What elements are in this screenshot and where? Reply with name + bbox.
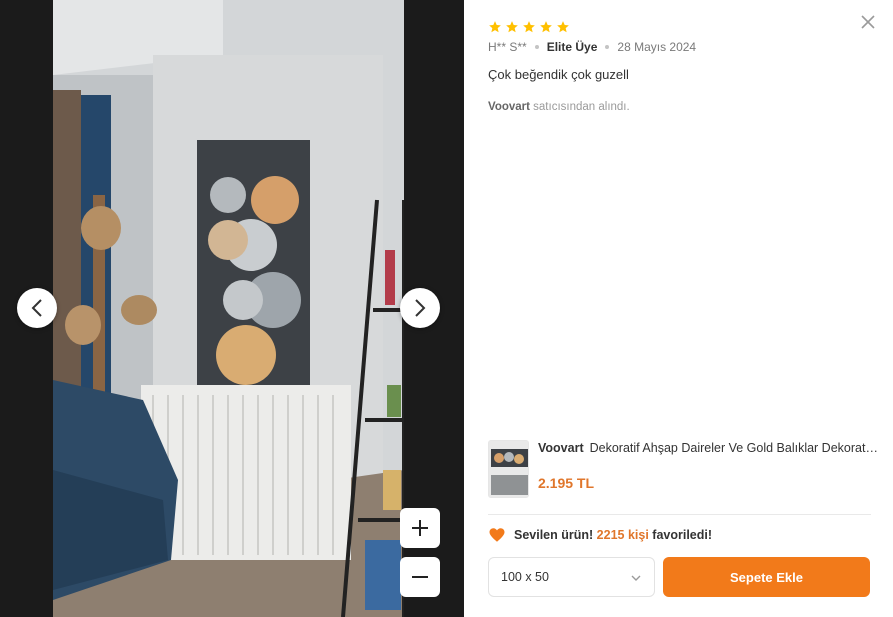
seller-info: Voovart satıcısından alındı. — [488, 101, 630, 113]
review-panel: H** S** Elite Üye 28 Mayıs 2024 Çok beğe… — [464, 0, 893, 617]
divider — [488, 514, 871, 515]
close-icon[interactable] — [859, 13, 877, 31]
separator-dot — [605, 45, 610, 49]
rating-stars — [488, 20, 570, 34]
product-card[interactable]: Voovart Dekoratif Ahşap Daireler Ve Gold … — [488, 440, 878, 500]
favorites-prefix: Sevilen ürün! — [514, 528, 594, 542]
star-icon — [540, 21, 552, 33]
size-select-value: 100 x 50 — [501, 570, 549, 584]
next-image-button[interactable] — [400, 288, 440, 328]
chevron-left-icon — [31, 299, 42, 317]
member-badge: Elite Üye — [546, 40, 598, 54]
favorites-info: Sevilen ürün! 2215 kişi favoriledi! — [488, 526, 712, 544]
favorites-count: 2215 kişi — [596, 528, 649, 542]
star-icon — [489, 21, 501, 33]
zoom-out-button[interactable] — [400, 557, 440, 597]
heart-icon — [489, 528, 505, 542]
review-author: H** S** — [488, 40, 527, 54]
chevron-right-icon — [415, 299, 426, 317]
product-thumbnail[interactable] — [488, 440, 529, 498]
separator-dot — [534, 45, 539, 49]
review-comment: Çok beğendik çok guzell — [488, 67, 629, 82]
star-icon — [506, 21, 518, 33]
review-date: 28 Mayıs 2024 — [617, 40, 697, 54]
review-meta: H** S** Elite Üye 28 Mayıs 2024 — [488, 40, 696, 54]
product-price: 2.195 TL — [538, 475, 595, 491]
image-viewer — [0, 0, 464, 617]
product-title[interactable]: Voovart Dekoratif Ahşap Daireler Ve Gold … — [538, 441, 878, 455]
product-brand: Voovart — [538, 441, 584, 455]
minus-icon — [412, 576, 428, 578]
seller-suffix: satıcısından alındı. — [529, 101, 630, 113]
review-photo — [53, 0, 404, 617]
product-name: Dekoratif Ahşap Daireler Ve Gold Balıkla… — [589, 441, 878, 455]
plus-icon — [412, 520, 428, 536]
favorites-suffix: favoriledi! — [652, 528, 713, 542]
seller-name[interactable]: Voovart — [488, 101, 530, 113]
previous-image-button[interactable] — [17, 288, 57, 328]
star-icon — [523, 21, 535, 33]
chevron-down-icon — [631, 575, 641, 581]
add-to-cart-button[interactable]: Sepete Ekle — [663, 557, 870, 597]
star-icon — [557, 21, 569, 33]
zoom-in-button[interactable] — [400, 508, 440, 548]
size-select[interactable]: 100 x 50 — [488, 557, 655, 597]
